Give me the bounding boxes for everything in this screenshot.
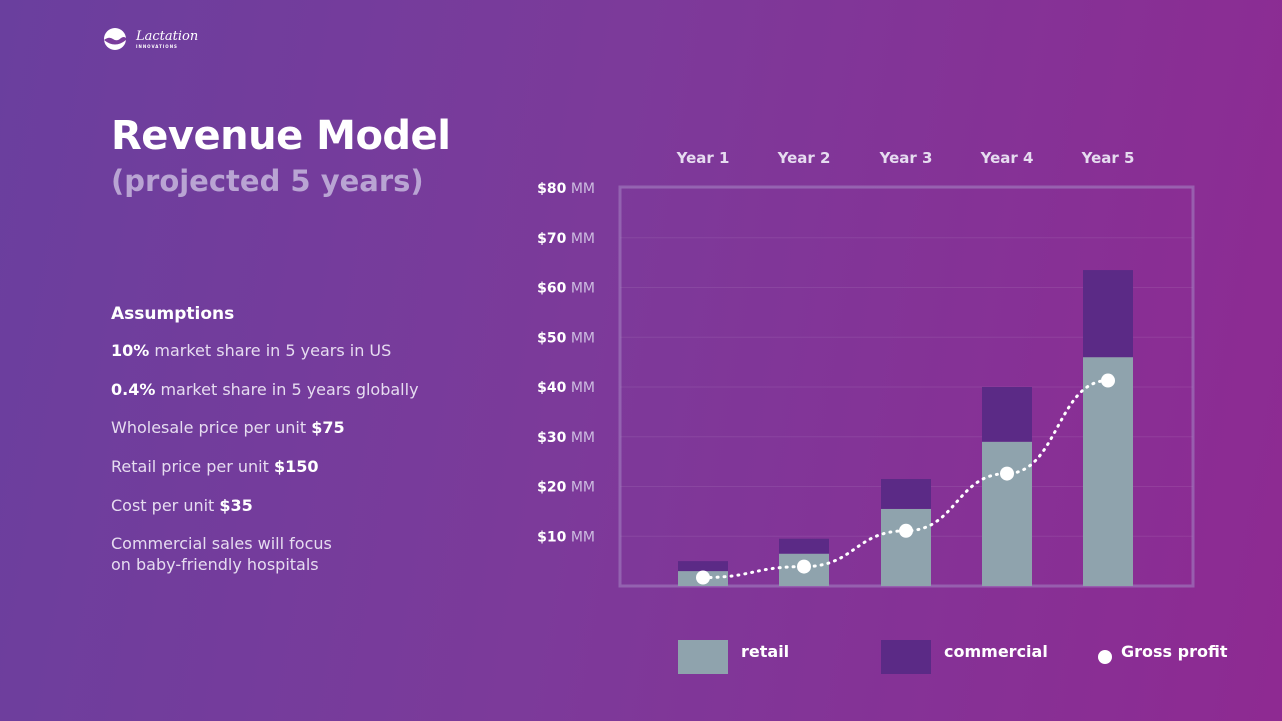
gross-profit-point — [797, 559, 811, 574]
x-tick-label: Year 1 — [676, 149, 730, 167]
bar-commercial — [881, 479, 931, 509]
y-tick-amount: $80 — [537, 181, 566, 197]
bar-retail — [881, 508, 931, 586]
bar-commercial — [982, 387, 1032, 442]
legend-label-gross-profit: Gross profit — [1121, 642, 1228, 661]
y-tick-label: $50 MM — [537, 330, 595, 346]
y-tick-amount: $70 — [537, 231, 566, 247]
legend-swatch-gross-profit — [1098, 650, 1112, 664]
y-tick-amount: $30 — [537, 430, 566, 446]
y-tick-label: $10 MM — [537, 529, 595, 545]
y-tick-unit: MM — [566, 380, 595, 396]
y-tick-amount: $60 — [537, 281, 566, 297]
bar-commercial — [779, 538, 829, 554]
y-tick-label: $20 MM — [537, 480, 595, 496]
y-tick-label: $40 MM — [537, 380, 595, 396]
y-tick-amount: $20 — [537, 480, 566, 496]
x-tick-label: Year 5 — [1081, 149, 1135, 167]
y-tick-unit: MM — [566, 330, 595, 346]
y-tick-unit: MM — [566, 480, 595, 496]
legend-label-commercial: commercial — [944, 642, 1048, 661]
legend-label-retail: retail — [741, 642, 789, 661]
y-tick-label: $80 MM — [537, 181, 595, 197]
gross-profit-point — [899, 523, 913, 538]
gross-profit-point — [1101, 373, 1115, 388]
bar-retail — [1083, 357, 1133, 586]
y-tick-unit: MM — [566, 430, 595, 446]
y-tick-label: $60 MM — [537, 281, 595, 297]
y-tick-unit: MM — [566, 181, 595, 197]
gross-profit-point — [696, 570, 710, 585]
gross-profit-point — [1000, 466, 1014, 481]
y-tick-unit: MM — [566, 231, 595, 247]
x-tick-label: Year 2 — [777, 149, 831, 167]
y-tick-label: $30 MM — [537, 430, 595, 446]
legend-swatch-retail — [678, 640, 728, 674]
bar-commercial — [1083, 270, 1133, 358]
y-tick-label: $70 MM — [537, 231, 595, 247]
y-tick-unit: MM — [566, 529, 595, 545]
bar-retail — [982, 441, 1032, 586]
bar-commercial — [678, 561, 728, 572]
legend-swatch-commercial — [881, 640, 931, 674]
y-tick-amount: $50 — [537, 330, 566, 346]
x-tick-label: Year 4 — [980, 149, 1034, 167]
y-tick-amount: $40 — [537, 380, 566, 396]
revenue-chart: $10 MM$20 MM$30 MM$40 MM$50 MM$60 MM$70 … — [537, 149, 1228, 674]
y-tick-unit: MM — [566, 281, 595, 297]
y-tick-amount: $10 — [537, 529, 566, 545]
x-tick-label: Year 3 — [879, 149, 933, 167]
